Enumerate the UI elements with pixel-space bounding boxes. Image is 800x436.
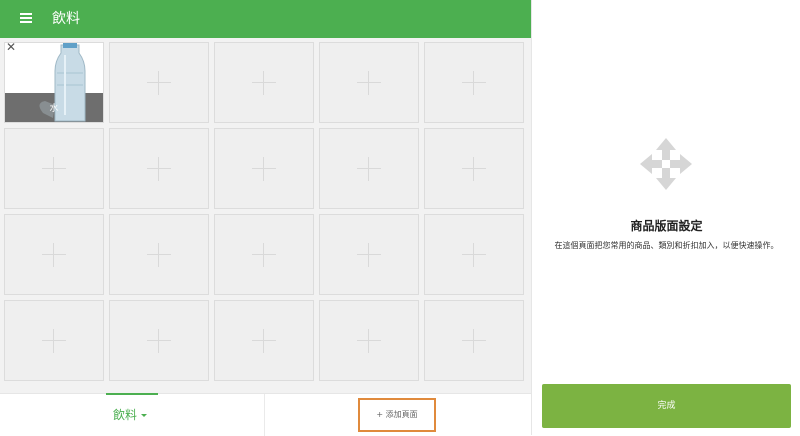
plus-icon [462, 328, 486, 353]
empty-slot[interactable] [109, 128, 209, 209]
add-page-button[interactable]: + 添加頁面 [358, 398, 436, 432]
move-arrows-icon [640, 138, 692, 190]
active-tab-indicator [106, 393, 158, 395]
empty-slot[interactable] [214, 214, 314, 295]
header-bar: 飲料 [0, 0, 531, 38]
plus-icon [42, 156, 66, 181]
plus-icon [462, 70, 486, 95]
add-page-label: + 添加頁面 [376, 410, 418, 419]
plus-icon [147, 70, 171, 95]
plus-icon [357, 328, 381, 353]
plus-icon [252, 328, 276, 353]
product-grid: ✕ 水 [4, 42, 527, 382]
caret-down-icon [141, 414, 147, 417]
settings-description: 在這個頁面把您常用的商品、類別和折扣加入，以便快速操作。 [554, 241, 779, 250]
settings-panel: 商品版面設定 在這個頁面把您常用的商品、類別和折扣加入，以便快速操作。 完成 [531, 0, 800, 435]
plus-icon [147, 242, 171, 267]
category-tab[interactable]: 飲料 [0, 393, 265, 436]
empty-slot[interactable] [109, 300, 209, 381]
empty-slot[interactable] [319, 300, 419, 381]
empty-slot[interactable] [424, 300, 524, 381]
done-button-label: 完成 [657, 401, 676, 411]
empty-slot[interactable] [319, 214, 419, 295]
product-name: 水 [49, 104, 59, 114]
settings-title: 商品版面設定 [630, 219, 703, 233]
empty-slot[interactable] [214, 42, 314, 123]
empty-slot[interactable] [109, 42, 209, 123]
plus-icon [357, 242, 381, 267]
plus-icon [252, 242, 276, 267]
done-button[interactable]: 完成 [542, 384, 791, 428]
empty-slot[interactable] [214, 300, 314, 381]
page-title: 飲料 [52, 11, 80, 27]
empty-slot[interactable] [319, 128, 419, 209]
plus-icon [42, 242, 66, 267]
plus-icon [462, 156, 486, 181]
remove-icon[interactable]: ✕ [6, 43, 16, 53]
plus-icon [252, 156, 276, 181]
empty-slot[interactable] [424, 42, 524, 123]
empty-slot[interactable] [4, 300, 104, 381]
plus-icon [42, 328, 66, 353]
plus-icon [147, 156, 171, 181]
layout-editor: 飲料 ✕ 水 飲料 + 添加頁面 [0, 0, 531, 436]
plus-icon [462, 242, 486, 267]
empty-slot[interactable] [424, 128, 524, 209]
category-tab-label: 飲料 [113, 408, 138, 422]
plus-icon [147, 328, 171, 353]
empty-slot[interactable] [4, 214, 104, 295]
menu-icon[interactable] [20, 13, 32, 23]
page-tab-bar: 飲料 + 添加頁面 [0, 393, 531, 436]
plus-icon [357, 156, 381, 181]
plus-icon [357, 70, 381, 95]
empty-slot[interactable] [109, 214, 209, 295]
empty-slot[interactable] [424, 214, 524, 295]
plus-icon [252, 70, 276, 95]
product-tile[interactable]: ✕ 水 [4, 42, 104, 123]
empty-slot[interactable] [4, 128, 104, 209]
empty-slot[interactable] [319, 42, 419, 123]
empty-slot[interactable] [214, 128, 314, 209]
